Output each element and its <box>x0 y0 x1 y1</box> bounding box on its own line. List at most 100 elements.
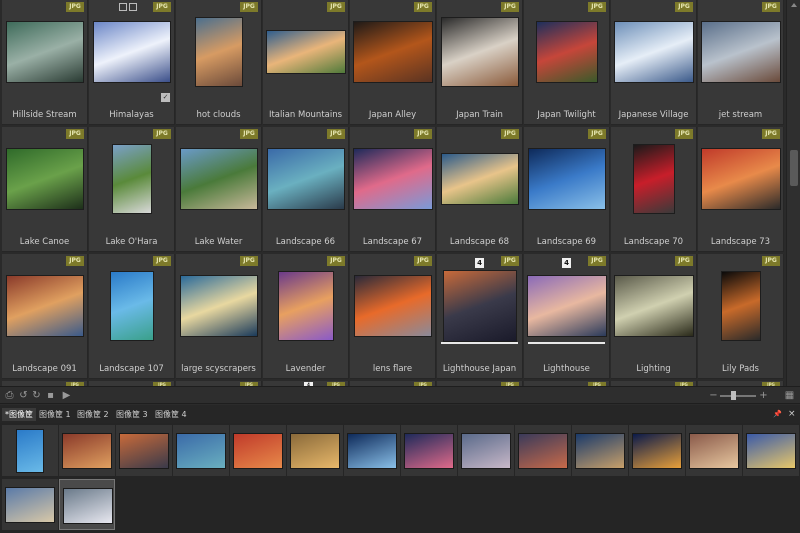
thumbnail-cell[interactable]: JPG lens flare <box>350 254 436 379</box>
thumbnail-cell[interactable]: JPG Japan Alley <box>350 0 436 125</box>
filmstrip-thumbnail[interactable] <box>632 433 682 469</box>
filmstrip-item[interactable] <box>515 425 571 476</box>
flag-icon[interactable] <box>119 3 127 11</box>
thumbnail-image[interactable] <box>266 30 346 74</box>
thumbnail-image[interactable] <box>353 21 433 83</box>
thumbnail-cell[interactable]: JPG Lighting <box>611 254 697 379</box>
filmstrip-thumbnail[interactable] <box>5 487 55 523</box>
delete-icon[interactable]: ▪ <box>45 390 56 401</box>
edit-icon[interactable] <box>129 3 137 11</box>
thumbnail-image[interactable] <box>633 144 675 214</box>
filmstrip-item[interactable] <box>287 425 343 476</box>
scrollbar-thumb[interactable] <box>790 150 798 186</box>
thumbnail-image[interactable] <box>112 144 152 214</box>
thumbnail-image[interactable] <box>180 275 258 337</box>
filmstrip-thumbnail[interactable] <box>404 433 454 469</box>
thumbnail-image[interactable] <box>443 270 517 342</box>
filmstrip-thumbnail[interactable] <box>176 433 226 469</box>
tab-basket-2[interactable]: 图像筐 2 <box>74 408 112 421</box>
filmstrip-item[interactable] <box>230 425 286 476</box>
scroll-up-arrow[interactable] <box>791 3 797 7</box>
slideshow-icon[interactable]: ▶ <box>61 390 72 401</box>
thumbnail-image[interactable] <box>354 275 432 337</box>
filmstrip-thumbnail[interactable] <box>16 429 44 473</box>
tab-basket-1[interactable]: 图像筐 1 <box>36 408 74 421</box>
filmstrip-thumbnail[interactable] <box>347 433 397 469</box>
thumbnail-image[interactable] <box>721 271 761 341</box>
zoom-out-icon[interactable]: − <box>708 390 719 401</box>
thumbnail-cell[interactable]: JPG hot clouds <box>176 0 262 125</box>
zoom-in-icon[interactable]: + <box>758 390 769 401</box>
tab-basket-main[interactable]: *图像筐 <box>2 408 36 421</box>
thumbnail-cell[interactable]: JPG Lavender <box>263 254 349 379</box>
thumbnail-image[interactable] <box>536 21 598 83</box>
thumbnail-cell[interactable]: JPG Lily Pads <box>698 254 784 379</box>
filmstrip-thumbnail[interactable] <box>689 433 739 469</box>
thumbnail-image[interactable] <box>93 21 171 83</box>
filmstrip-item[interactable] <box>173 425 229 476</box>
thumbnail-image[interactable] <box>353 148 433 210</box>
thumbnail-cell[interactable]: JPG Landscape 69 <box>524 127 610 252</box>
filmstrip-item[interactable] <box>116 425 172 476</box>
thumbnail-image[interactable] <box>701 21 781 83</box>
filmstrip-thumbnail[interactable] <box>233 433 283 469</box>
thumbnail-cell[interactable]: JPG 4 Lighthouse <box>524 254 610 379</box>
filmstrip-item[interactable] <box>743 425 799 476</box>
thumbnail-cell[interactable]: JPG 4 Lighthouse Japan <box>437 254 523 379</box>
filmstrip-item[interactable] <box>572 425 628 476</box>
filmstrip-thumbnail[interactable] <box>518 433 568 469</box>
thumbnail-cell[interactable]: JPG Landscape 091 <box>2 254 88 379</box>
tab-basket-4[interactable]: 图像筐 4 <box>152 408 190 421</box>
tab-basket-3[interactable]: 图像筐 3 <box>113 408 151 421</box>
thumbnail-image[interactable] <box>6 275 84 337</box>
thumbnail-cell[interactable]: JPG ✓ Himalayas <box>89 0 175 125</box>
thumbnail-image[interactable] <box>528 148 606 210</box>
zoom-slider-knob[interactable] <box>731 391 736 400</box>
basket-filmstrip[interactable] <box>0 423 800 533</box>
thumbnail-cell[interactable]: JPG Lake Water <box>176 127 262 252</box>
filmstrip-thumbnail[interactable] <box>62 433 112 469</box>
thumbnail-cell[interactable]: JPG Lake Canoe <box>2 127 88 252</box>
thumbnail-image[interactable] <box>441 153 519 205</box>
thumbnail-cell[interactable]: JPG Lake O'Hara <box>89 127 175 252</box>
thumbnail-cell[interactable]: JPG Landscape 67 <box>350 127 436 252</box>
thumbnail-image[interactable] <box>195 17 243 87</box>
vertical-scrollbar[interactable] <box>786 0 800 386</box>
thumbnail-image[interactable] <box>614 21 694 83</box>
filmstrip-item[interactable] <box>401 425 457 476</box>
filmstrip-item[interactable] <box>629 425 685 476</box>
filmstrip-item[interactable] <box>59 479 115 530</box>
thumbnail-cell[interactable]: JPG Landscape 70 <box>611 127 697 252</box>
thumbnail-cell[interactable]: JPG Hillside Stream <box>2 0 88 125</box>
thumbnail-image[interactable] <box>6 148 84 210</box>
filmstrip-thumbnail[interactable] <box>575 433 625 469</box>
thumbnail-image[interactable] <box>701 148 781 210</box>
thumbnail-cell[interactable]: JPG Landscape 66 <box>263 127 349 252</box>
export-icon[interactable]: ⎙ <box>4 390 15 401</box>
thumbnail-cell[interactable]: JPG Landscape 73 <box>698 127 784 252</box>
pin-icon[interactable]: 📌 <box>773 408 782 420</box>
close-icon[interactable]: × <box>788 408 796 420</box>
filmstrip-item[interactable] <box>686 425 742 476</box>
thumbnail-image[interactable] <box>267 148 345 210</box>
thumbnail-image[interactable] <box>110 271 154 341</box>
filmstrip-thumbnail[interactable] <box>461 433 511 469</box>
filmstrip-thumbnail[interactable] <box>746 433 796 469</box>
filmstrip-item[interactable] <box>2 479 58 530</box>
thumbnail-image[interactable] <box>527 275 607 337</box>
filmstrip-item[interactable] <box>2 425 58 476</box>
thumbnail-cell[interactable]: JPG Japan Train <box>437 0 523 125</box>
thumbnail-cell[interactable]: JPG Italian Mountains <box>263 0 349 125</box>
checkbox-icon[interactable]: ✓ <box>161 93 170 102</box>
thumbnail-cell[interactable]: JPG large scyscrapers <box>176 254 262 379</box>
grid-view-icon[interactable]: ▦ <box>784 390 795 401</box>
thumbnail-grid[interactable]: JPG Hillside Stream JPG ✓ Himalayas JPG hot cl… <box>0 0 786 386</box>
filmstrip-thumbnail[interactable] <box>290 433 340 469</box>
thumbnail-cell[interactable]: JPG Japan Twilight <box>524 0 610 125</box>
rotate-left-icon[interactable]: ↺ <box>18 390 29 401</box>
thumbnail-image[interactable] <box>180 148 258 210</box>
thumbnail-image[interactable] <box>441 17 519 87</box>
rotate-right-icon[interactable]: ↻ <box>31 390 42 401</box>
filmstrip-item[interactable] <box>458 425 514 476</box>
thumbnail-image[interactable] <box>278 271 334 341</box>
